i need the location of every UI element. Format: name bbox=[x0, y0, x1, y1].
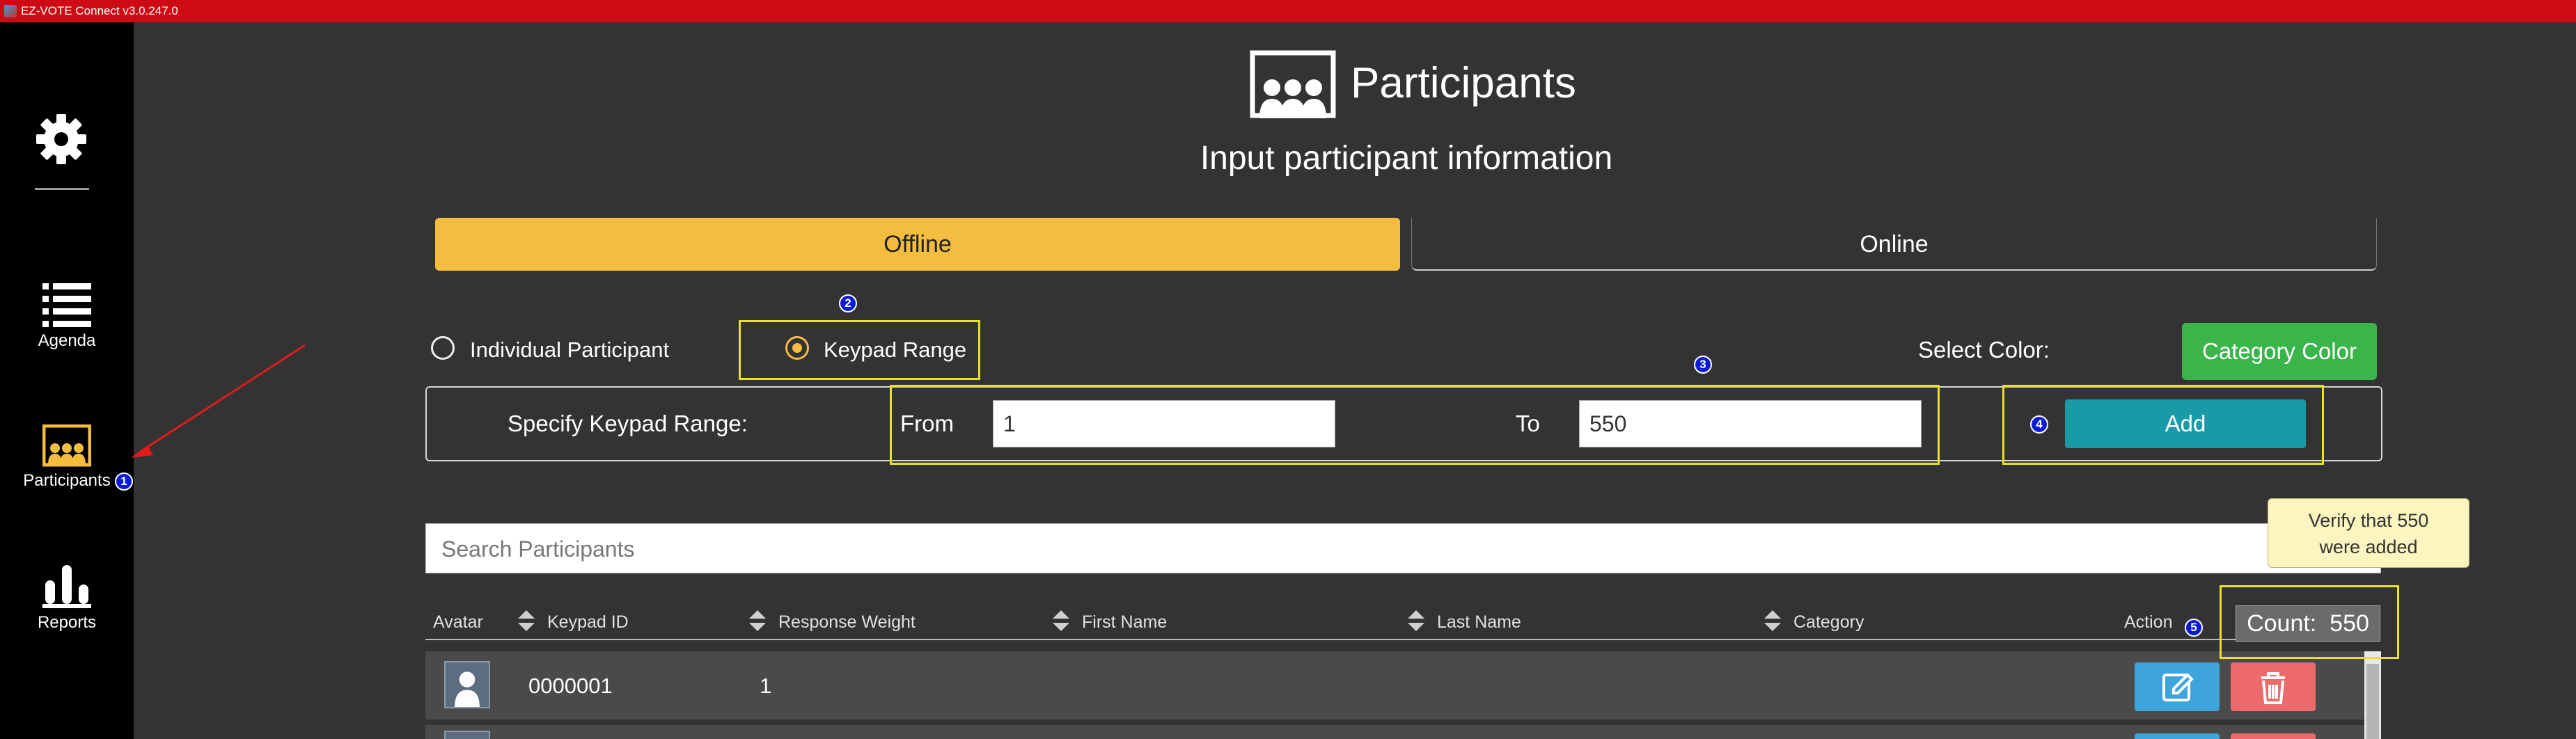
sidebar-item-label: Participants bbox=[23, 471, 111, 490]
page-subtitle: Input participant information bbox=[1200, 140, 1613, 177]
trash-icon bbox=[2261, 672, 2285, 704]
sort-icon[interactable] bbox=[1764, 609, 1782, 633]
scrollbar-thumb[interactable] bbox=[2366, 664, 2379, 739]
avatar bbox=[444, 731, 490, 739]
column-header-last-name[interactable]: Last Name bbox=[1437, 612, 1521, 633]
sidebar-divider bbox=[35, 188, 89, 190]
individual-participant-radio[interactable] bbox=[431, 336, 455, 360]
annotation-arrow bbox=[131, 344, 306, 458]
cell-response-weight: 1 bbox=[760, 674, 772, 698]
participants-icon bbox=[42, 424, 92, 467]
sidebar-item-participants[interactable]: Participants bbox=[0, 424, 134, 491]
table-row[interactable] bbox=[425, 725, 2366, 739]
highlight-count bbox=[2220, 585, 2399, 659]
sidebar-item-reports[interactable]: Reports bbox=[0, 564, 134, 633]
sort-icon[interactable] bbox=[517, 609, 535, 633]
page-title: Participants bbox=[1351, 59, 1576, 107]
highlight-keypad-range bbox=[739, 320, 980, 380]
edit-button[interactable] bbox=[2135, 662, 2220, 711]
sidebar-item-label: Reports bbox=[37, 613, 97, 632]
specify-range-label: Specify Keypad Range: bbox=[508, 411, 748, 436]
sidebar-item-label: Agenda bbox=[38, 331, 96, 350]
select-color-label: Select Color: bbox=[1918, 337, 2050, 363]
table-row[interactable] bbox=[425, 651, 2366, 720]
column-header-category[interactable]: Category bbox=[1793, 612, 1864, 633]
sort-icon[interactable] bbox=[1052, 609, 1070, 633]
verify-tooltip: Verify that 550 were added bbox=[2268, 498, 2469, 568]
column-header-action: Action bbox=[2124, 612, 2173, 632]
callout-badge: 4 bbox=[2030, 415, 2048, 434]
avatar bbox=[444, 661, 490, 708]
column-header-avatar: Avatar bbox=[433, 612, 483, 632]
callout-badge: 5 bbox=[2185, 619, 2203, 637]
callout-badge: 2 bbox=[839, 294, 857, 312]
title-bar: EZ-VOTE Connect v3.0.247.0 bbox=[0, 0, 2576, 22]
column-header-keypad-id[interactable]: Keypad ID bbox=[547, 612, 629, 633]
highlight-add bbox=[2002, 385, 2324, 465]
search-input[interactable]: Search Participants bbox=[425, 523, 2381, 573]
column-header-first-name[interactable]: First Name bbox=[1082, 612, 1167, 633]
window-title: EZ-VOTE Connect v3.0.247.0 bbox=[21, 4, 178, 17]
category-color-button[interactable]: Category Color bbox=[2182, 323, 2377, 380]
column-header-response-weight[interactable]: Response Weight bbox=[778, 612, 916, 633]
tooltip-line-2: were added bbox=[2319, 537, 2418, 557]
cell-keypad-id: 0000001 bbox=[528, 674, 613, 698]
list-icon bbox=[42, 283, 91, 327]
callout-badge: 3 bbox=[1694, 356, 1712, 374]
delete-button[interactable] bbox=[2231, 662, 2316, 711]
sort-icon[interactable] bbox=[1407, 609, 1425, 633]
sort-icon[interactable] bbox=[748, 609, 767, 633]
bar-chart-icon bbox=[42, 565, 91, 608]
tab-online[interactable]: Online bbox=[1411, 218, 2377, 271]
table-scrollbar[interactable] bbox=[2364, 651, 2381, 739]
table-header-divider bbox=[425, 639, 2380, 640]
individual-participant-label: Individual Participant bbox=[470, 337, 670, 362]
sidebar-item-agenda[interactable]: Agenda bbox=[0, 282, 134, 351]
delete-button[interactable] bbox=[2231, 733, 2316, 739]
app-icon bbox=[4, 5, 17, 17]
callout-badge: 1 bbox=[115, 472, 133, 491]
edit-button[interactable] bbox=[2135, 733, 2220, 739]
participants-header-icon bbox=[1250, 50, 1336, 118]
edit-icon bbox=[2162, 673, 2194, 701]
tab-offline[interactable]: Offline bbox=[435, 218, 1400, 271]
tooltip-line-1: Verify that 550 bbox=[2308, 510, 2429, 531]
highlight-range-inputs bbox=[890, 385, 1940, 465]
